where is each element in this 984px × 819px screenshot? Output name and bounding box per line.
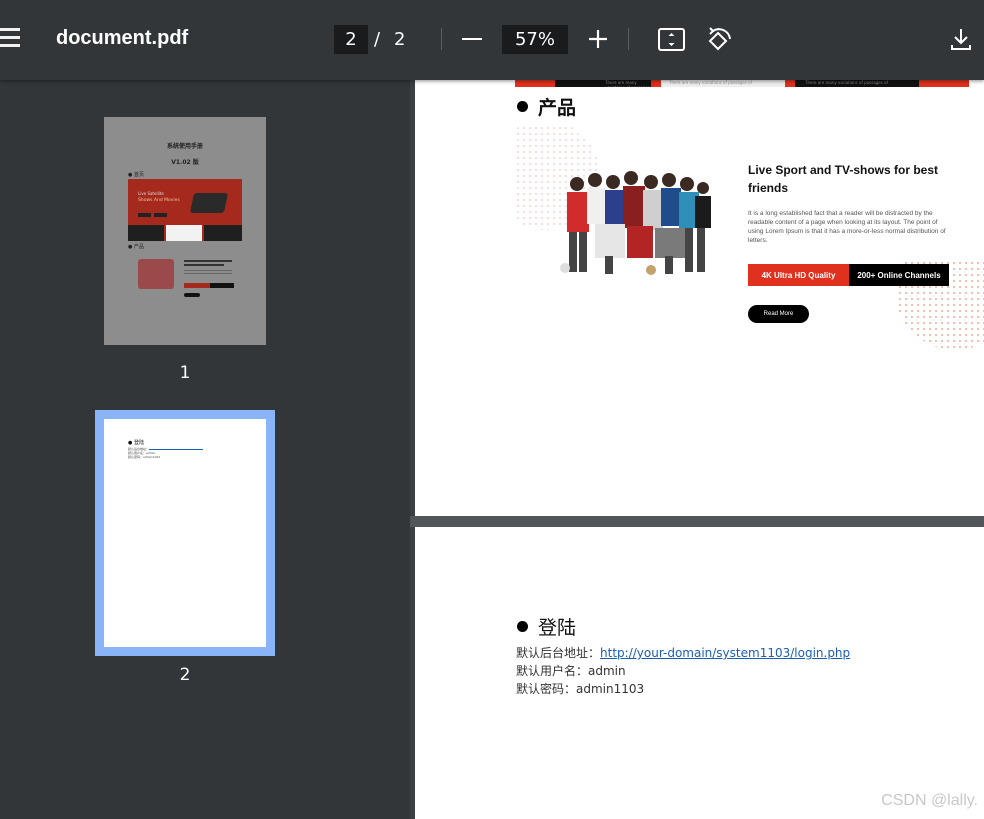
strip-text: There are many variations of passages of bbox=[555, 80, 651, 87]
section-heading-text: 产品 bbox=[538, 97, 577, 119]
fit-page-icon bbox=[658, 28, 685, 51]
thumb-badge-red bbox=[184, 283, 210, 288]
badge-online-channels: 200+ Online Channels bbox=[849, 264, 949, 286]
fit-to-page-button[interactable] bbox=[657, 25, 687, 55]
document-title: document.pdf bbox=[56, 27, 189, 49]
bullet-icon bbox=[517, 101, 528, 112]
pdf-page-1: There are many variations of passages of… bbox=[415, 80, 984, 516]
product-description: It is a long established fact that a rea… bbox=[748, 210, 946, 244]
page-number-input[interactable]: 2 bbox=[334, 25, 368, 54]
thumb-section-1: ● 首页 bbox=[128, 172, 144, 178]
pdf-toolbar: document.pdf 2 / 2 57% bbox=[0, 0, 984, 80]
thumb-read-more bbox=[184, 293, 200, 297]
zoom-level-input[interactable]: 57% bbox=[502, 25, 568, 54]
thumb-text-line bbox=[184, 264, 224, 266]
page-gap bbox=[410, 516, 984, 527]
page-separator: / bbox=[374, 29, 381, 50]
total-pages: 2 bbox=[394, 29, 406, 50]
thumb-banner-text-2: Shows And Movies bbox=[138, 198, 180, 203]
thumb-product-image bbox=[138, 259, 174, 289]
section-heading-text: 登陆 bbox=[538, 617, 577, 639]
plus-icon bbox=[589, 30, 607, 48]
thumb-banner: Live Satellite Shows And Movies bbox=[128, 179, 242, 241]
login-address-line: 默认后台地址：http://your-domain/system1103/log… bbox=[516, 644, 850, 661]
csdn-watermark: CSDN @lally. bbox=[881, 792, 978, 809]
read-more-button: Read More bbox=[748, 305, 809, 323]
zoom-in-button[interactable] bbox=[587, 27, 609, 51]
thumb-banner-button-2 bbox=[154, 213, 167, 217]
login-username-line: 默认用户名：admin bbox=[516, 664, 626, 678]
thumb-banner-text-1: Live Satellite bbox=[138, 191, 164, 196]
thumb-section-2: ● 产品 bbox=[128, 244, 144, 250]
page-thumbnail-1[interactable]: 系统使用手册 V1.02 版 ● 首页 Live Satellite Shows… bbox=[104, 117, 266, 345]
thumb-feature-box bbox=[128, 225, 164, 241]
badge-4k-quality: 4K Ultra HD Quality bbox=[748, 264, 849, 286]
menu-icon[interactable] bbox=[0, 24, 24, 54]
rotate-button[interactable] bbox=[704, 25, 734, 55]
page1-top-strip: There are many variations of passages of… bbox=[515, 80, 969, 87]
thumb-feature-box bbox=[204, 225, 242, 241]
page-thumbnail-2: ● 登陆 默认后台地址： 默认用户名：admin 默认密码：admin1103 bbox=[104, 419, 266, 647]
thumb-device-image bbox=[189, 193, 229, 213]
strip-text: There are many variations of passages of bbox=[661, 80, 785, 87]
download-button[interactable] bbox=[946, 25, 976, 55]
thumb-badge-black bbox=[210, 283, 234, 288]
sports-team-photo bbox=[560, 171, 711, 275]
rotate-icon bbox=[708, 27, 731, 51]
thumb2-heading: ● 登陆 bbox=[128, 440, 144, 446]
download-icon bbox=[951, 29, 971, 50]
thumb-text-line bbox=[184, 260, 232, 262]
zoom-out-button[interactable] bbox=[461, 27, 483, 51]
pdf-page-2: 登陆 默认后台地址：http://your-domain/system1103/… bbox=[415, 527, 984, 819]
thumb-banner-button-1 bbox=[138, 213, 151, 217]
thumb-feature-box bbox=[166, 225, 202, 241]
thumb-version: V1.02 版 bbox=[171, 159, 199, 166]
section-heading-login: 登陆 bbox=[517, 613, 576, 640]
thumb-text-line bbox=[184, 270, 232, 271]
thumbnail-number: 2 bbox=[179, 665, 191, 685]
toolbar-divider bbox=[628, 28, 629, 50]
thumbnail-number: 1 bbox=[179, 363, 191, 383]
bullet-icon bbox=[517, 621, 528, 632]
strip-text: There are many variations of passages of bbox=[795, 80, 919, 87]
section-heading-products: 产品 bbox=[517, 93, 576, 120]
thumb-text-line bbox=[184, 273, 232, 274]
address-label: 默认后台地址： bbox=[516, 646, 601, 660]
login-password-line: 默认密码：admin1103 bbox=[516, 682, 645, 696]
login-url-link[interactable]: http://your-domain/system1103/login.php bbox=[600, 646, 850, 660]
product-title: Live Sport and TV-shows for best friends bbox=[748, 163, 939, 195]
toolbar-divider bbox=[441, 28, 442, 50]
page-thumbnail-2-selected[interactable]: ● 登陆 默认后台地址： 默认用户名：admin 默认密码：admin1103 bbox=[95, 410, 275, 656]
thumb-title: 系统使用手册 bbox=[166, 143, 203, 150]
thumb2-lines: 默认后台地址： 默认用户名：admin 默认密码：admin1103 bbox=[128, 447, 204, 459]
